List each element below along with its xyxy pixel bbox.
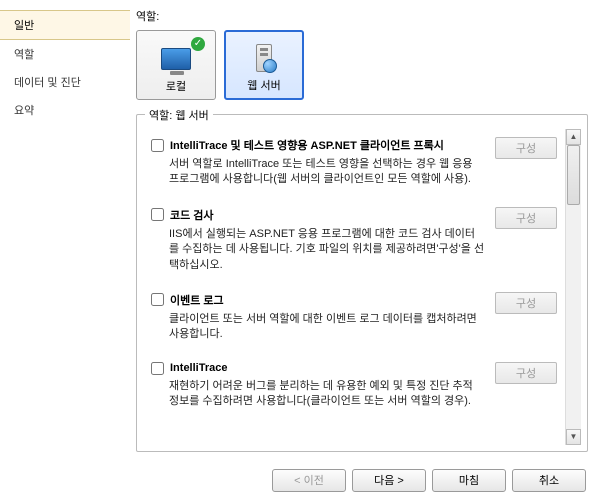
item-checkbox-event-log[interactable] (151, 293, 164, 306)
configure-button[interactable]: 구성 (495, 207, 557, 229)
sidebar-item-label: 일반 (14, 20, 34, 32)
item-desc: 서버 역할로 IntelliTrace 또는 테스트 영향을 선택하는 경우 웹… (151, 157, 489, 188)
monitor-icon (158, 44, 194, 74)
sidebar-item-diagnostics[interactable]: 데이터 및 진단 (0, 68, 130, 96)
item-desc: IIS에서 실행되는 ASP.NET 응용 프로그램에 대한 코드 검사 데이터… (151, 227, 489, 273)
item-checkbox-intellitrace[interactable] (151, 362, 164, 375)
scroll-down-icon[interactable]: ▼ (566, 429, 581, 445)
role-tile-label: 로컬 (166, 78, 186, 94)
globe-icon (263, 59, 277, 73)
vertical-scrollbar[interactable]: ▲ ▼ (565, 129, 581, 445)
content-pane: 역할: ✓ 로컬 웹 서버 역할: 웹 서버 (130, 0, 600, 460)
diagnostic-list: IntelliTrace 및 테스트 영향용 ASP.NET 클라이언트 프록시… (143, 129, 565, 445)
list-item: IntelliTrace 및 테스트 영향용 ASP.NET 클라이언트 프록시… (143, 129, 565, 199)
cancel-button[interactable]: 취소 (512, 469, 586, 492)
sidebar-item-label: 역할 (14, 49, 34, 61)
roles-header: 역할: (136, 8, 588, 24)
role-tile-label: 웹 서버 (247, 77, 280, 93)
configure-button[interactable]: 구성 (495, 292, 557, 314)
check-icon: ✓ (191, 37, 205, 51)
role-tile-webserver[interactable]: 웹 서버 (224, 30, 304, 100)
list-item: IntelliTrace 재현하기 어려운 버그를 분리하는 데 유용한 예외 … (143, 354, 565, 421)
role-tiles: ✓ 로컬 웹 서버 (136, 30, 588, 100)
item-title: 이벤트 로그 (170, 292, 224, 308)
sidebar-item-role[interactable]: 역할 (0, 40, 130, 68)
item-desc: 클라이언트 또는 서버 역할에 대한 이벤트 로그 데이터를 캡처하려면 사용합… (151, 312, 489, 343)
item-checkbox-code-coverage[interactable] (151, 208, 164, 221)
scroll-thumb[interactable] (567, 145, 580, 205)
role-tile-local[interactable]: ✓ 로컬 (136, 30, 216, 100)
role-group-box: 역할: 웹 서버 IntelliTrace 및 테스트 영향용 ASP.NET … (136, 114, 588, 452)
configure-button[interactable]: 구성 (495, 137, 557, 159)
sidebar-item-label: 데이터 및 진단 (14, 77, 81, 89)
item-checkbox-aspnet-proxy[interactable] (151, 139, 164, 152)
item-title: IntelliTrace 및 테스트 영향용 ASP.NET 클라이언트 프록시 (170, 137, 444, 153)
sidebar: 일반 역할 데이터 및 진단 요약 (0, 0, 130, 460)
sidebar-item-general[interactable]: 일반 (0, 10, 130, 40)
server-icon (246, 43, 282, 73)
group-title: 역할: 웹 서버 (145, 107, 213, 123)
list-item: 이벤트 로그 클라이언트 또는 서버 역할에 대한 이벤트 로그 데이터를 캡처… (143, 284, 565, 354)
item-title: 코드 검사 (170, 207, 214, 223)
configure-button[interactable]: 구성 (495, 362, 557, 384)
sidebar-item-summary[interactable]: 요약 (0, 96, 130, 124)
sidebar-item-label: 요약 (14, 105, 34, 117)
wizard-footer: < 이전 다음 > 마침 취소 (0, 460, 600, 500)
list-item: 코드 검사 IIS에서 실행되는 ASP.NET 응용 프로그램에 대한 코드 … (143, 199, 565, 284)
scroll-up-icon[interactable]: ▲ (566, 129, 581, 145)
next-button[interactable]: 다음 > (352, 469, 426, 492)
finish-button[interactable]: 마침 (432, 469, 506, 492)
item-title: IntelliTrace (170, 362, 227, 374)
prev-button[interactable]: < 이전 (272, 469, 346, 492)
item-desc: 재현하기 어려운 버그를 분리하는 데 유용한 예외 및 특정 진단 추적 정보… (151, 379, 489, 410)
